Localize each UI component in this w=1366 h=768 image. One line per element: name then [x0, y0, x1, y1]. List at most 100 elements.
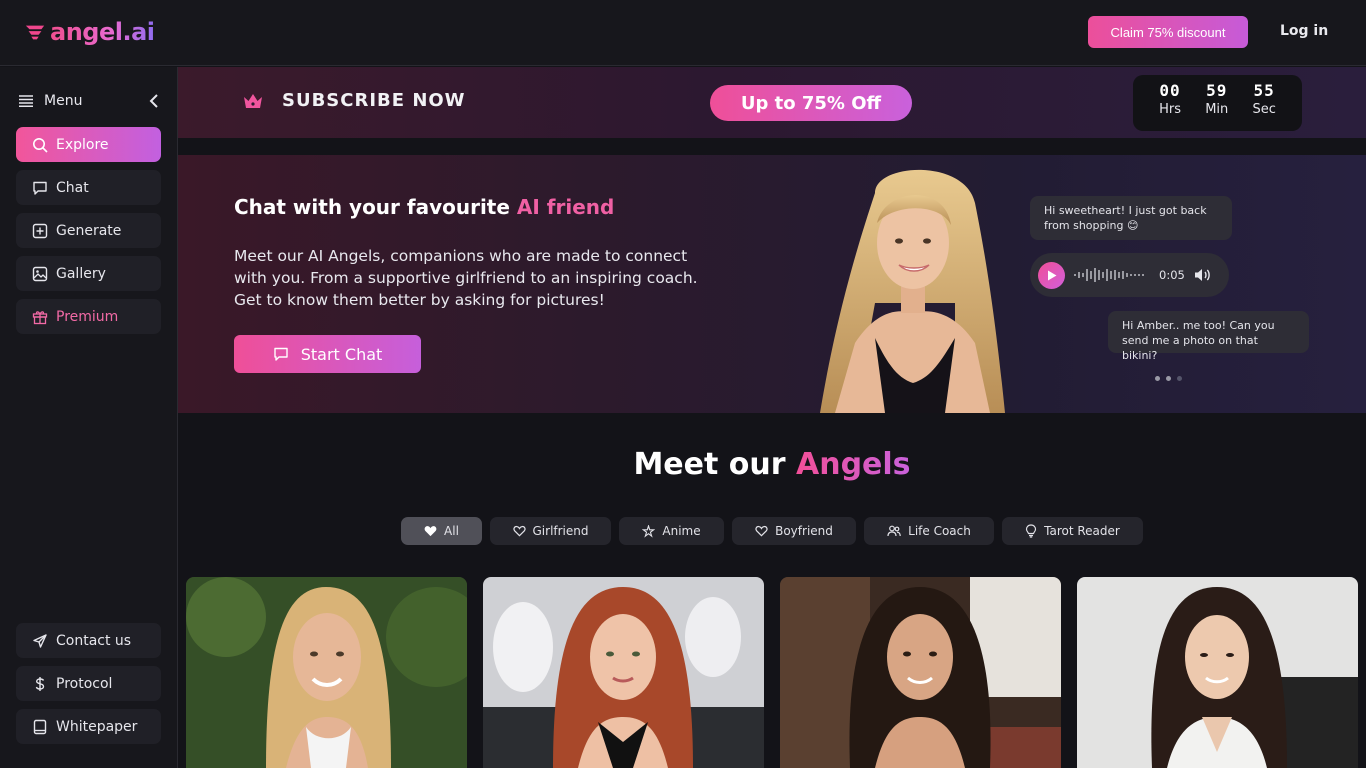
hero-title-prefix: Chat with your favourite	[234, 195, 517, 219]
filter-label: Boyfriend	[775, 524, 833, 538]
angel-card[interactable]	[780, 577, 1061, 768]
volume-icon[interactable]	[1193, 267, 1211, 283]
sidebar: Menu Explore Chat Generate Gallery Premi…	[0, 67, 178, 768]
filter-label: Tarot Reader	[1044, 524, 1120, 538]
start-chat-label: Start Chat	[300, 344, 383, 364]
book-icon	[33, 719, 47, 734]
anime-icon	[642, 524, 656, 538]
filter-anime[interactable]: Anime	[619, 517, 724, 545]
meet-title-accent: Angels	[796, 447, 911, 482]
filter-label: Life Coach	[908, 524, 971, 538]
sidebar-item-label: Explore	[56, 136, 109, 153]
heart-filled-icon	[424, 526, 437, 537]
filter-tarot-reader[interactable]: Tarot Reader	[1002, 517, 1143, 545]
hero-title: Chat with your favourite AI friend	[234, 195, 614, 219]
sidebar-item-chat[interactable]: Chat	[16, 170, 161, 205]
hero-portrait-image	[820, 169, 1005, 413]
plus-square-icon	[32, 223, 48, 238]
bulb-icon	[1026, 524, 1037, 538]
sidebar-item-label: Whitepaper	[56, 718, 138, 735]
countdown-timer: 00 Hrs 59 Min 55 Sec	[1133, 75, 1302, 131]
filter-boyfriend[interactable]: Boyfriend	[732, 517, 856, 545]
search-icon	[33, 137, 48, 153]
timer-seconds-label: Sec	[1252, 102, 1276, 117]
timer-hours-value: 00	[1159, 81, 1181, 100]
carousel-dot[interactable]	[1155, 376, 1160, 381]
sidebar-item-generate[interactable]: Generate	[16, 213, 161, 248]
waveform-icon	[1074, 268, 1144, 282]
crown-icon	[244, 93, 262, 108]
logo-wings-icon	[25, 25, 45, 40]
login-link[interactable]: Log in	[1280, 23, 1328, 39]
sidebar-item-label: Premium	[56, 308, 119, 325]
sidebar-item-gallery[interactable]: Gallery	[16, 256, 161, 291]
filter-life-coach[interactable]: Life Coach	[864, 517, 994, 545]
logo-text: angel.ai	[50, 18, 155, 46]
chat-bubble-incoming: Hi sweetheart! I just got back from shop…	[1030, 196, 1232, 240]
angel-card[interactable]	[483, 577, 764, 768]
sidebar-item-whitepaper[interactable]: Whitepaper	[16, 709, 161, 744]
angel-card-grid	[186, 577, 1358, 768]
subscribe-title[interactable]: SUBSCRIBE NOW	[242, 90, 466, 111]
meet-title-prefix: Meet our	[633, 447, 796, 482]
sidebar-item-label: Gallery	[56, 265, 106, 282]
chevron-left-icon[interactable]	[148, 93, 160, 109]
timer-hours-label: Hrs	[1159, 102, 1181, 117]
filter-girlfriend[interactable]: Girlfriend	[490, 517, 611, 545]
subscribe-banner: SUBSCRIBE NOW Up to 75% Off 00 Hrs 59 Mi…	[178, 67, 1366, 138]
carousel-dot[interactable]	[1166, 376, 1171, 381]
dollar-icon	[35, 676, 45, 691]
gift-icon	[32, 310, 48, 324]
offer-button[interactable]: Up to 75% Off	[710, 85, 912, 121]
filter-label: Girlfriend	[532, 524, 589, 538]
chat-icon	[33, 181, 47, 195]
send-icon	[33, 633, 47, 648]
sidebar-item-premium[interactable]: Premium	[16, 299, 161, 334]
menu-icon	[19, 95, 33, 107]
timer-seconds-value: 55	[1253, 81, 1275, 100]
angel-card[interactable]	[1077, 577, 1358, 768]
chat-bubble-outgoing: Hi Amber.. me too! Can you send me a pho…	[1108, 311, 1309, 362]
sidebar-item-label: Contact us	[56, 632, 132, 649]
menu-header: Menu	[18, 93, 160, 109]
timer-seconds: 55 Sec	[1252, 81, 1275, 131]
top-bar: angel.ai Claim 75% discount Log in	[0, 0, 1366, 66]
sidebar-item-explore[interactable]: Explore	[16, 127, 161, 162]
logo[interactable]: angel.ai	[24, 18, 155, 46]
filter-label: Anime	[662, 524, 701, 538]
play-button[interactable]	[1038, 261, 1065, 289]
play-icon	[1047, 270, 1056, 280]
angel-photo-image	[1077, 577, 1358, 768]
filter-all[interactable]: All	[401, 517, 482, 545]
carousel-dots	[1155, 376, 1182, 381]
filter-label: All	[444, 524, 459, 538]
image-icon	[32, 266, 48, 281]
sidebar-item-label: Generate	[56, 222, 122, 239]
chat-icon	[274, 347, 288, 361]
angel-photo-image	[483, 577, 764, 768]
subscribe-label: SUBSCRIBE NOW	[282, 90, 466, 111]
audio-duration: 0:05	[1159, 268, 1185, 282]
timer-minutes-label: Min	[1205, 102, 1229, 117]
meet-angels-title: Meet our Angels	[178, 447, 1366, 482]
hero-title-accent: AI friend	[516, 195, 615, 219]
claim-discount-button[interactable]: Claim 75% discount	[1088, 16, 1248, 48]
start-chat-button[interactable]: Start Chat	[234, 335, 421, 373]
sidebar-item-contact[interactable]: Contact us	[16, 623, 161, 658]
timer-minutes: 59 Min	[1205, 81, 1228, 131]
sidebar-item-label: Chat	[56, 179, 89, 196]
angel-photo-image	[186, 577, 467, 768]
angel-photo-image	[780, 577, 1061, 768]
category-filters: All Girlfriend Anime Boyfriend Life Coac…	[401, 517, 1143, 545]
sidebar-item-protocol[interactable]: Protocol	[16, 666, 161, 701]
hero-description: Meet our AI Angels, companions who are m…	[234, 247, 698, 309]
heart-icon	[512, 525, 526, 537]
menu-label: Menu	[44, 93, 83, 109]
voice-message: 0:05	[1030, 253, 1229, 297]
heart-icon	[755, 525, 768, 537]
angel-card[interactable]	[186, 577, 467, 768]
timer-hours: 00 Hrs	[1159, 81, 1181, 131]
users-icon	[887, 525, 901, 537]
timer-minutes-value: 59	[1206, 81, 1228, 100]
carousel-dot[interactable]	[1177, 376, 1182, 381]
